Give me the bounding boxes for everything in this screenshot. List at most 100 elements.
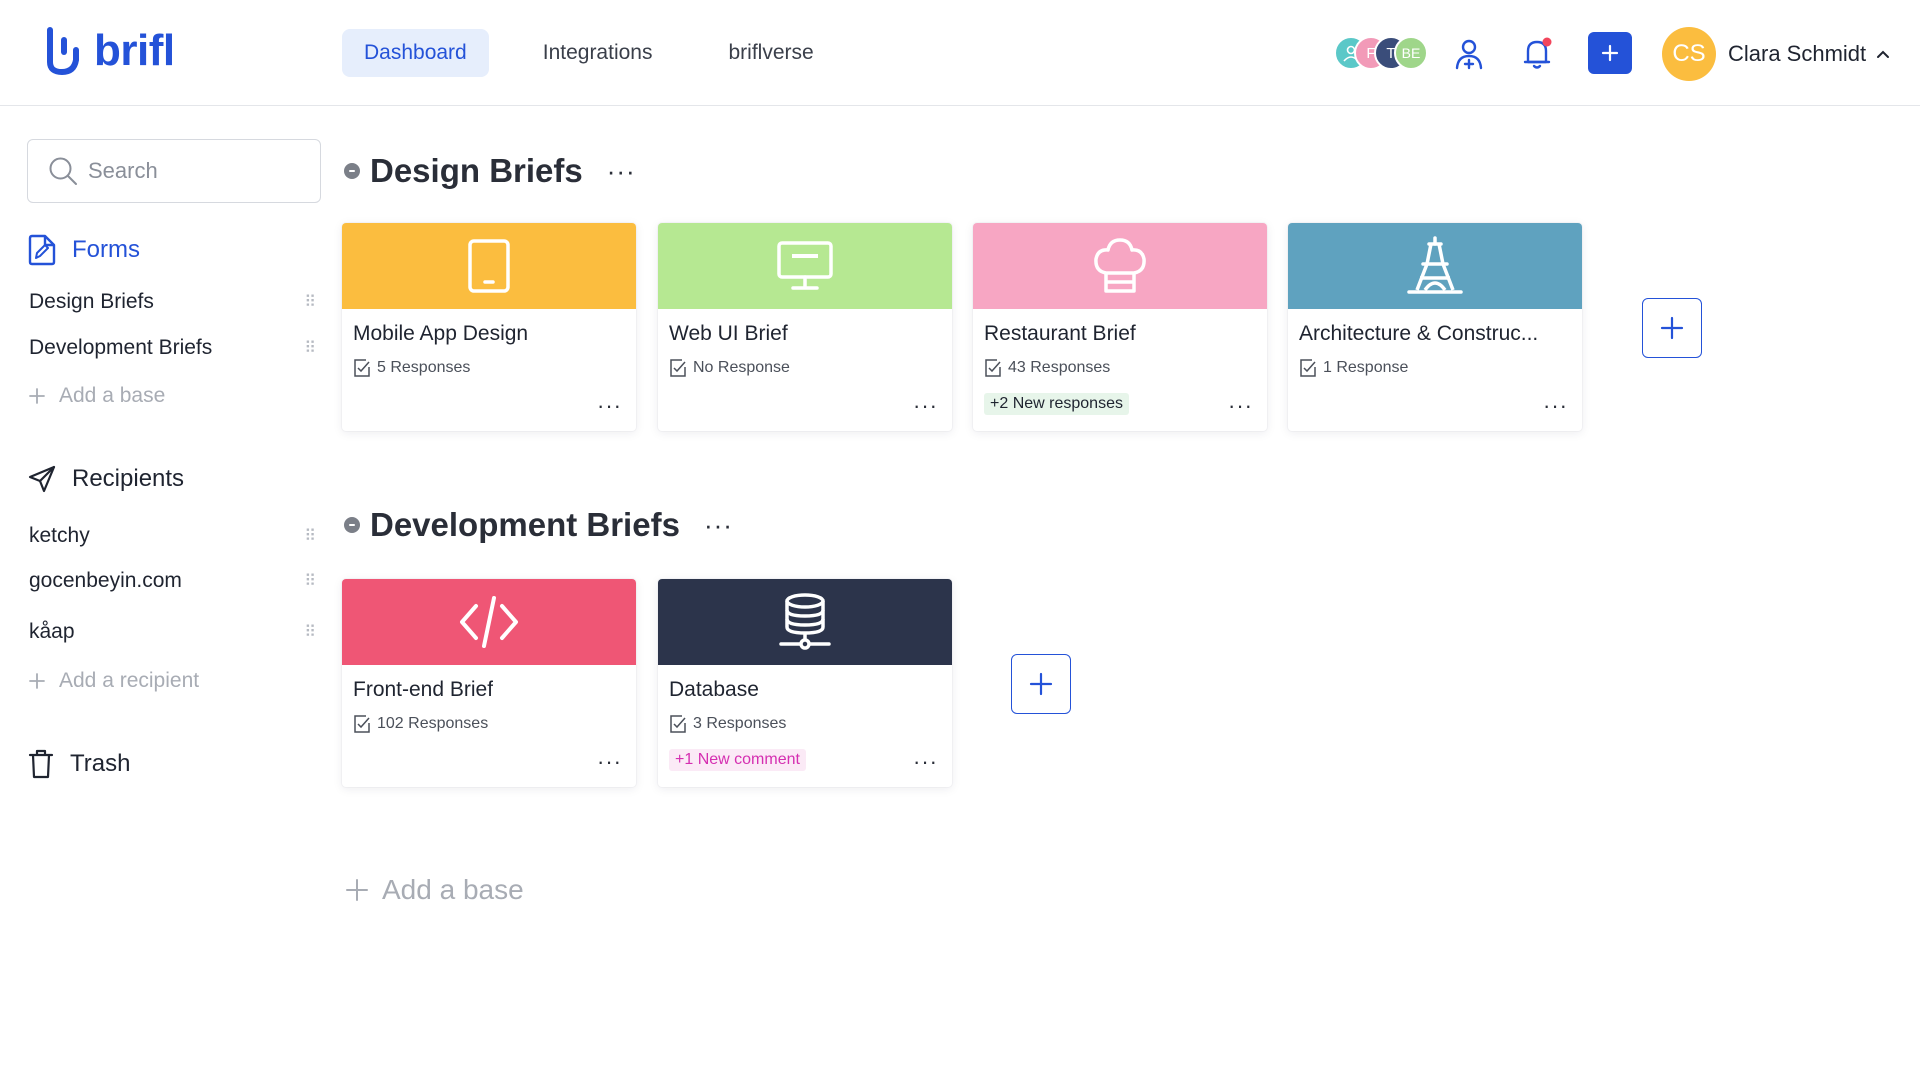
add-user-icon [1455,39,1483,70]
add-recipient-label: Add a recipient [59,669,200,692]
sidebar-item-ketchy[interactable]: ketchy ⠿ [29,524,316,548]
add-card-button[interactable] [1642,298,1702,358]
sidebar-item-kaap[interactable]: kåap ⠿ [29,620,316,644]
form-edit-icon [28,234,56,266]
responses-count: 1 Response [1323,359,1409,376]
trash-title: Trash [70,750,131,777]
collapse-toggle-icon[interactable] [344,163,360,179]
card-responses: 1 Response [1299,359,1408,377]
responses-count: 3 Responses [693,715,787,732]
sidebar-item-label: Development Briefs [29,336,213,359]
sidebar-item-design-briefs[interactable]: Design Briefs ⠿ [29,290,316,314]
checklist-icon [670,359,686,377]
card-mobile-app-design[interactable]: Mobile App Design 5 Responses ··· [342,223,636,431]
nav-dashboard[interactable]: Dashboard [342,29,489,77]
checklist-icon [354,359,370,377]
card-more-button[interactable]: ··· [1228,395,1253,417]
nav-briflverse[interactable]: briflverse [706,29,835,77]
card-front-end-brief[interactable]: Front-end Brief 102 Responses ··· [342,579,636,787]
card-more-button[interactable]: ··· [1543,395,1568,417]
add-user-button[interactable] [1452,36,1486,72]
group-title: Development Briefs [370,506,680,543]
group-more-button[interactable]: ··· [607,156,636,187]
sidebar-item-label: Design Briefs [29,290,154,313]
add-card-button[interactable] [1011,654,1071,714]
card-database[interactable]: Database 3 Responses +1 New comment ··· [658,579,952,787]
sidebar-add-base-button[interactable]: Add a base [29,384,165,408]
search-box[interactable] [27,139,321,203]
collapse-toggle-icon[interactable] [344,517,360,533]
collaborator-avatars[interactable]: F T BE [1334,36,1430,72]
recipients-section-header[interactable]: Recipients [28,465,184,493]
add-base-label: Add a base [59,384,166,407]
responses-count: 43 Responses [1008,359,1111,376]
trash-icon [28,749,54,779]
group-more-button[interactable]: ··· [704,510,733,541]
card-title: Mobile App Design [353,322,529,345]
card-title: Restaurant Brief [984,322,1136,345]
notifications-button[interactable] [1521,36,1555,72]
plus-icon [1029,672,1053,696]
drag-handle-icon[interactable]: ⠿ [304,526,316,546]
collaborator-avatar: BE [1394,36,1428,70]
card-responses: 3 Responses [669,715,786,733]
main-add-base-button[interactable]: Add a base [346,874,524,906]
card-responses: 102 Responses [353,715,488,733]
search-icon [49,157,77,185]
database-icon [779,593,831,650]
card-web-ui-brief[interactable]: Web UI Brief No Response ··· [658,223,952,431]
card-header [658,579,952,665]
brifl-logo[interactable]: brifl [44,26,175,76]
card-responses: 5 Responses [353,359,470,377]
chevron-up-icon [1877,50,1890,58]
responses-count: 5 Responses [377,359,471,376]
card-header [658,223,952,309]
card-more-button[interactable]: ··· [913,395,938,417]
card-header [1288,223,1582,309]
forms-section-header[interactable]: Forms [28,234,140,266]
group-title: Design Briefs [370,152,583,189]
card-architecture-construction[interactable]: Architecture & Construc... 1 Response ··… [1288,223,1582,431]
user-avatar: CS [1662,27,1716,81]
card-title: Architecture & Construc... [1299,322,1539,345]
nav-integrations[interactable]: Integrations [521,29,675,77]
drag-handle-icon[interactable]: ⠿ [304,571,316,591]
create-button[interactable] [1588,32,1632,74]
sidebar-item-gocenbeyin[interactable]: gocenbeyin.com ⠿ [29,569,316,593]
add-base-label: Add a base [382,874,524,905]
drag-handle-icon[interactable]: ⠿ [304,292,316,312]
user-menu[interactable]: CS Clara Schmidt [1662,27,1890,81]
card-header [342,579,636,665]
top-header: brifl Dashboard Integrations briflverse … [0,0,1920,106]
brifl-logo-mark-icon [47,27,79,76]
sidebar-item-label: kåap [29,620,75,643]
card-header [342,223,636,309]
brand-name: brifl [94,26,175,75]
plus-icon [29,388,45,404]
main-nav: Dashboard Integrations briflverse [342,29,868,77]
checklist-icon [354,715,370,733]
card-more-button[interactable]: ··· [913,751,938,773]
drag-handle-icon[interactable]: ⠿ [304,622,316,642]
eiffel-tower-icon [1407,236,1463,294]
card-restaurant-brief[interactable]: Restaurant Brief 43 Responses +2 New res… [973,223,1267,431]
trash-section[interactable]: Trash [28,749,130,779]
recipients-title: Recipients [72,465,185,492]
responses-count: 102 Responses [377,715,489,732]
sidebar-item-label: gocenbeyin.com [29,569,182,592]
tablet-icon [468,239,510,293]
group-design-briefs-header: Design Briefs ··· [344,152,636,190]
monitor-icon [777,241,833,290]
card-title: Front-end Brief [353,678,494,701]
sidebar-add-recipient-button[interactable]: Add a recipient [29,669,199,693]
send-icon [28,465,56,493]
plus-icon [1601,44,1619,62]
plus-icon [1660,316,1684,340]
card-title: Web UI Brief [669,322,788,345]
drag-handle-icon[interactable]: ⠿ [304,338,316,358]
new-comment-badge: +1 New comment [669,749,806,771]
card-more-button[interactable]: ··· [597,395,622,417]
sidebar-item-development-briefs[interactable]: Development Briefs ⠿ [29,336,316,360]
search-input[interactable] [88,158,308,184]
card-more-button[interactable]: ··· [597,751,622,773]
